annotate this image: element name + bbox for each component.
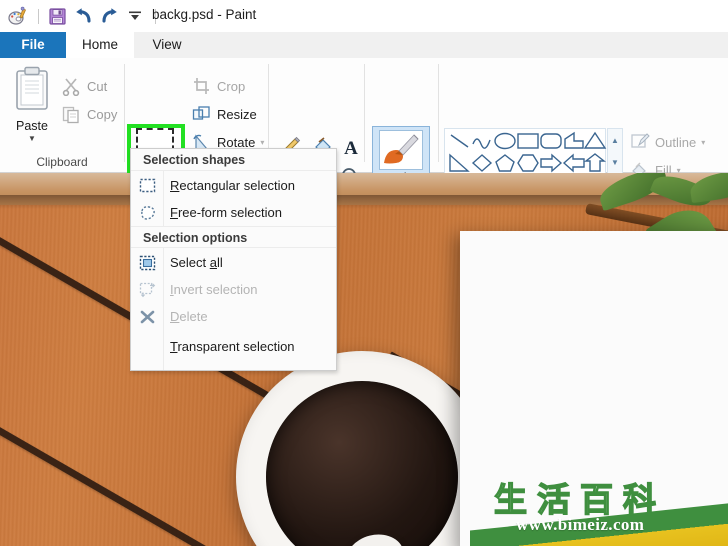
brushes-icon (379, 130, 423, 170)
tab-strip-filler (200, 32, 728, 58)
watermark: 生活百科 www.bimeiz.com (470, 473, 728, 546)
crop-icon (194, 77, 209, 94)
watermark-url: www.bimeiz.com (516, 515, 645, 534)
menu-item-rectangular-selection[interactable]: Rectangular selection (131, 172, 336, 199)
menu-item-label: Delete (170, 309, 208, 324)
qat-separator-1 (38, 8, 39, 24)
tab-file[interactable]: File (0, 32, 66, 58)
rectangular-selection-icon (131, 172, 163, 199)
paint-palette-icon[interactable] (6, 4, 30, 28)
paste-dropdown-arrow[interactable]: ▼ (8, 135, 56, 143)
scissors-icon (62, 77, 80, 96)
save-icon[interactable] (45, 4, 69, 28)
quick-access-toolbar (6, 4, 162, 28)
shapes-scroll-down-icon[interactable]: ▼ (608, 151, 622, 173)
delete-x-icon (131, 303, 163, 330)
menu-item-label: Invert selection (170, 282, 258, 297)
outline-button[interactable]: Outline ▾ (630, 130, 705, 154)
paint-window: backg.psd - Paint File Home View Paste ▼… (0, 0, 728, 546)
menu-item-select-all[interactable]: Select all (131, 249, 336, 276)
menu-item-transparent-selection[interactable]: Transparent selection (131, 333, 336, 360)
ribbon: Paste ▼ Cut Copy Clipboard Crop Resize R… (0, 58, 728, 202)
svg-text:A: A (344, 138, 358, 158)
shapes-scroll-up-icon[interactable]: ▲ (608, 129, 622, 151)
rotate-caret-icon[interactable]: ▾ (260, 138, 264, 147)
menu-header-selection-shapes: Selection shapes (131, 149, 336, 171)
cut-label: Cut (87, 78, 108, 94)
paste-label: Paste (16, 119, 48, 133)
crop-label: Crop (217, 78, 246, 94)
menu-item-delete[interactable]: Delete (131, 303, 336, 330)
tab-view[interactable]: View (134, 32, 200, 58)
watermark-chinese-text: 生活百科 (493, 479, 666, 519)
ribbon-group-clipboard: Paste ▼ Cut Copy Clipboard (0, 58, 124, 172)
redo-icon[interactable] (97, 4, 121, 28)
menu-item-label: Rectangular selection (170, 178, 296, 193)
transparent-selection-icon (131, 333, 163, 360)
resize-button[interactable]: Resize (192, 102, 257, 126)
shape-up-arrow[interactable] (582, 152, 609, 174)
title-bar: backg.psd - Paint (0, 0, 728, 32)
window-title: backg.psd - Paint (152, 7, 257, 22)
free-form-selection-icon (131, 199, 163, 226)
undo-icon[interactable] (71, 4, 95, 28)
text-icon[interactable]: A (338, 134, 364, 160)
paste-icon (16, 66, 48, 110)
coffee-liquid (266, 381, 458, 546)
tab-home[interactable]: Home (66, 32, 134, 58)
select-all-icon (131, 249, 163, 276)
ribbon-surface: Paste ▼ Cut Copy Clipboard Crop Resize R… (0, 58, 728, 202)
copy-button[interactable]: Copy (62, 102, 117, 126)
copy-label: Copy (87, 106, 118, 122)
paste-button[interactable]: Paste ▼ (8, 66, 56, 148)
menu-item-free-form-selection[interactable]: Free-form selection (131, 199, 336, 226)
outline-label: Outline (655, 134, 697, 150)
menu-item-label: Select all (170, 255, 223, 270)
menu-item-label: Transparent selection (170, 339, 295, 354)
resize-label: Resize (217, 106, 257, 122)
group-label-clipboard: Clipboard (36, 155, 88, 169)
customize-qat-icon[interactable] (123, 4, 147, 28)
invert-selection-icon (131, 276, 163, 303)
shape-triangle[interactable] (582, 130, 609, 152)
menu-header-selection-options: Selection options (131, 226, 336, 248)
canvas[interactable]: SAMSUNG 生活百科 www.bimeiz.com (0, 173, 728, 546)
outline-caret-icon[interactable]: ▾ (701, 138, 705, 147)
resize-icon (192, 105, 210, 120)
cut-button[interactable]: Cut (62, 74, 107, 98)
ribbon-tab-strip: File Home View (0, 32, 728, 58)
canvas-photo: SAMSUNG 生活百科 www.bimeiz.com (0, 173, 728, 546)
outline-pencil-icon (631, 133, 650, 148)
crop-button[interactable]: Crop (192, 74, 245, 98)
select-dropdown-menu[interactable]: Selection shapes Rectangular selection F… (130, 148, 337, 371)
copy-icon (62, 106, 79, 123)
menu-item-invert-selection[interactable]: Invert selection (131, 276, 336, 303)
menu-item-label: Free-form selection (170, 205, 282, 220)
